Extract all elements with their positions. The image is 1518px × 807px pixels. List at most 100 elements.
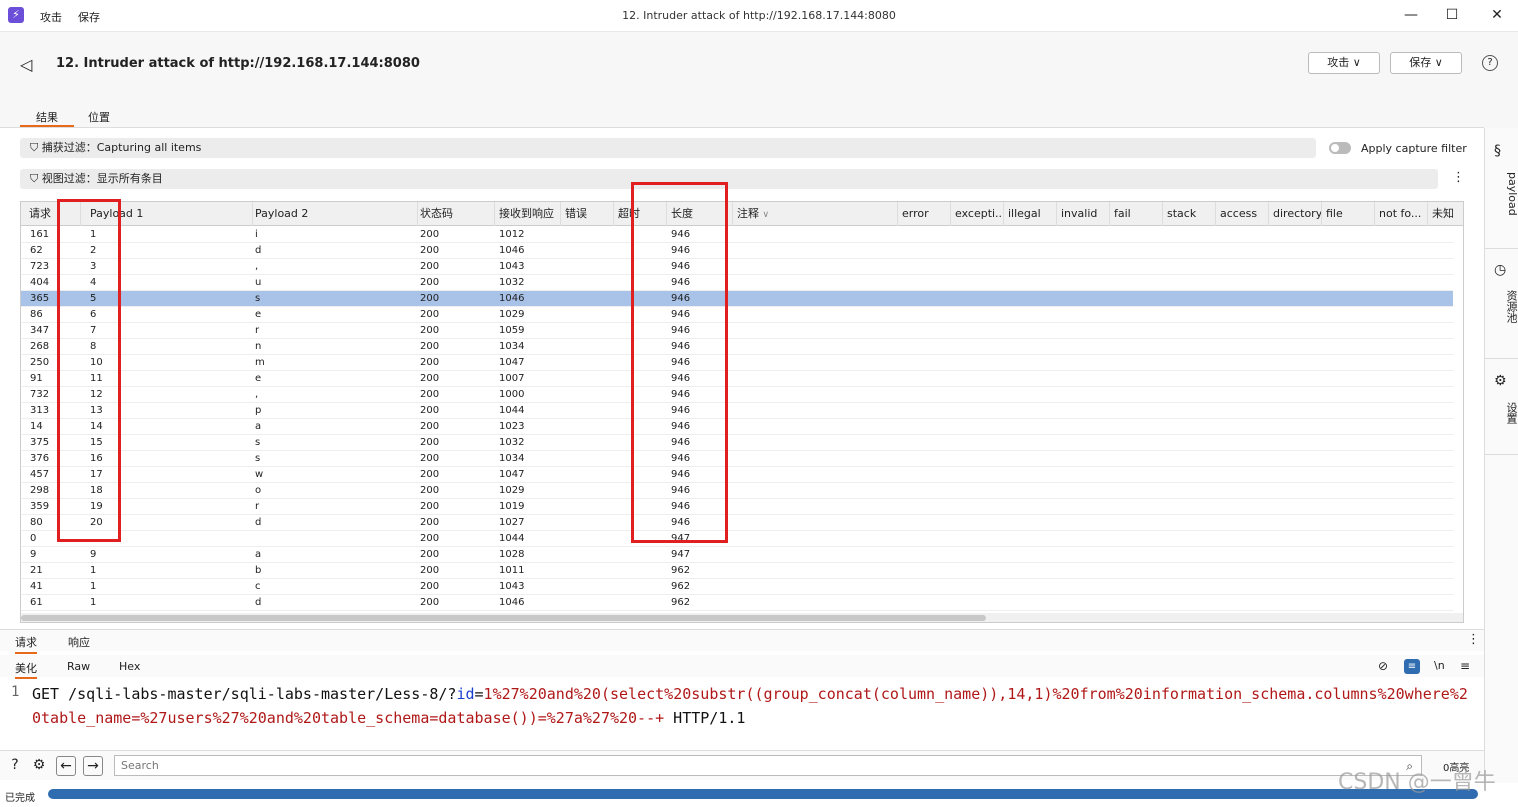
column-grep-not-found[interactable]: not fo... [1375,202,1428,226]
back-arrow-icon[interactable]: ◁ [20,55,32,74]
table-row[interactable]: 80 20 d 200 1027 946 [21,515,1453,531]
tab-results[interactable]: 结果 [20,109,74,127]
table-row[interactable]: 91 11 e 200 1007 946 [21,371,1453,387]
table-row[interactable]: 268 8 n 200 1034 946 [21,339,1453,355]
table-row[interactable]: 86 6 e 200 1029 946 [21,307,1453,323]
table-row[interactable]: 365 5 s 200 1046 946 [21,291,1453,307]
table-cell: 200 [420,277,440,288]
save-dropdown-button[interactable]: 保存 ∨ [1390,52,1462,74]
view-filter-label: 视图过滤：显示所有条目 [41,172,163,185]
table-cell: 200 [420,453,440,464]
help-icon[interactable]: ? [5,756,25,776]
gear-icon[interactable]: ⚙ [1494,373,1507,389]
column-error[interactable]: 错误 [561,202,614,226]
tab-positions[interactable]: 位置 [88,109,110,127]
line-number: 1 [11,684,20,700]
table-row[interactable]: 9 9 a 200 1028 947 [21,547,1453,563]
gear-icon[interactable]: ⚙ [29,756,49,776]
menu-icon[interactable]: ≡ [1460,659,1470,673]
table-row[interactable]: 457 17 w 200 1047 946 [21,467,1453,483]
table-row[interactable]: 61 1 d 200 1046 962 [21,595,1453,611]
table-cell: e [255,309,262,320]
hide-nonprintable-icon[interactable]: ⊘ [1378,659,1388,673]
results-table: 请求 Payload 1 Payload 2 状态码 接收到响应 错误 超时 长… [20,201,1464,623]
table-row[interactable]: 14 14 a 200 1023 946 [21,419,1453,435]
capture-filter-bar[interactable]: ⛉ 捕获过滤：Capturing all items [20,138,1316,158]
sidebar-resource-pool[interactable]: 资源池 [1485,290,1518,323]
column-response-received[interactable]: 接收到响应 [495,202,561,226]
more-options-icon[interactable]: ⋮ [1452,170,1465,185]
table-row[interactable]: 376 16 s 200 1034 946 [21,451,1453,467]
table-row[interactable]: 298 18 o 200 1029 946 [21,483,1453,499]
table-row[interactable]: 41 1 c 200 1043 962 [21,579,1453,595]
table-row[interactable]: 732 12, 200 1000 946 [21,387,1453,403]
column-grep-directory[interactable]: directory [1269,202,1322,226]
column-grep-invalid[interactable]: invalid [1057,202,1110,226]
tab-request[interactable]: 请求 [15,634,37,654]
table-row[interactable]: 250 10 m 200 1047 946 [21,355,1453,371]
table-row[interactable]: 0 200 1044 947 [21,531,1453,547]
table-row[interactable]: 404 4 u 200 1032 946 [21,275,1453,291]
close-button[interactable]: ✕ [1482,5,1512,25]
table-cell: 1044 [499,405,525,416]
tab-pretty[interactable]: 美化 [15,660,37,679]
previous-arrow-icon[interactable]: ← [56,756,76,776]
column-status[interactable]: 状态码 [416,202,495,226]
column-grep-unknown[interactable]: 未知 [1428,202,1463,226]
highlight-box-length [631,182,728,543]
column-comment[interactable]: 注释 ∨ [733,202,898,226]
table-row[interactable]: 161 1 i 200 1012 946 [21,227,1453,243]
table-row[interactable]: 723 3, 200 1043 946 [21,259,1453,275]
column-grep-stack[interactable]: stack [1163,202,1216,226]
column-grep-access[interactable]: access [1216,202,1269,226]
progress-bar [48,789,1478,799]
message-tabs: 请求 响应 ⋮ [0,629,1484,654]
table-cell: 200 [420,581,440,592]
payload-icon[interactable]: § [1494,143,1501,159]
table-cell: 1012 [499,229,525,240]
maximize-button[interactable]: ☐ [1437,5,1467,25]
search-input[interactable]: Search ⌕ [114,755,1422,776]
table-row[interactable]: 62 2 d 200 1046 946 [21,243,1453,259]
table-row[interactable]: 375 15 s 200 1032 946 [21,435,1453,451]
column-payload2[interactable]: Payload 2 [251,202,418,226]
table-row[interactable]: 359 19 r 200 1019 946 [21,499,1453,515]
request-text[interactable]: GET /sqli-labs-master/sqli-labs-master/L… [32,682,1472,730]
table-cell: 91 [30,373,43,384]
column-grep-file[interactable]: file [1322,202,1375,226]
scrollbar-thumb[interactable] [21,615,986,621]
clock-icon[interactable]: ◷ [1494,262,1506,278]
horizontal-scrollbar[interactable] [21,613,1463,622]
request-param-name: id [456,685,475,703]
table-cell: w [255,469,264,480]
table-row[interactable]: 347 7 r 200 1059 946 [21,323,1453,339]
column-grep-error[interactable]: error [898,202,951,226]
more-options-icon[interactable]: ⋮ [1467,632,1480,647]
table-cell: 1046 [499,245,525,256]
apply-capture-filter-toggle[interactable] [1329,142,1351,154]
attack-dropdown-button[interactable]: 攻击 ∨ [1308,52,1380,74]
tab-raw[interactable]: Raw [67,660,90,673]
sidebar-settings[interactable]: 设置 [1485,402,1518,424]
column-grep-fail[interactable]: fail [1110,202,1163,226]
table-cell: 21 [30,565,43,576]
help-icon[interactable]: ? [1482,55,1498,71]
table-row[interactable]: 313 13 p 200 1044 946 [21,403,1453,419]
table-cell: 1029 [499,309,525,320]
table-cell: 962 [671,565,691,576]
sidebar-payload[interactable]: payload [1485,172,1518,216]
table-row[interactable]: 21 1 b 200 1011 962 [21,563,1453,579]
view-filter-bar[interactable]: ⛉ 视图过滤：显示所有条目 [20,169,1438,189]
table-header: 请求 Payload 1 Payload 2 状态码 接收到响应 错误 超时 长… [21,202,1463,226]
minimize-button[interactable]: — [1396,5,1426,25]
next-arrow-icon[interactable]: → [83,756,103,776]
wrap-lines-icon[interactable]: ≡ [1404,659,1420,674]
table-cell: 1047 [499,357,525,368]
tab-hex[interactable]: Hex [119,660,140,673]
newline-icon[interactable]: \n [1434,659,1445,672]
request-editor[interactable]: 1 GET /sqli-labs-master/sqli-labs-master… [0,681,1484,741]
column-grep-illegal[interactable]: illegal [1004,202,1057,226]
tab-response[interactable]: 响应 [68,634,90,650]
column-grep-exception[interactable]: excepti... [951,202,1004,226]
apply-capture-filter-label: Apply capture filter [1361,142,1467,155]
